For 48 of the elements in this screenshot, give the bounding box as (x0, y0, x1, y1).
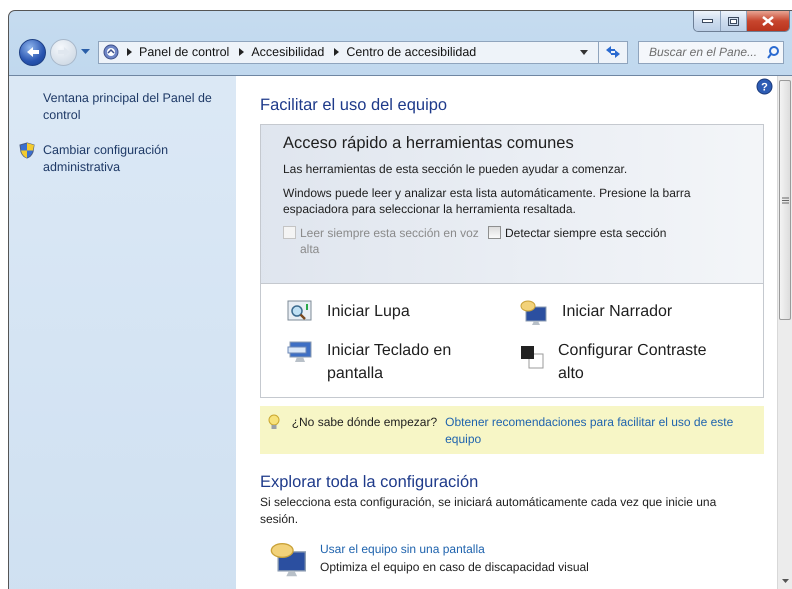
description: Las herramientas de esta sección le pueden ayudar a comenzar. (283, 161, 628, 177)
tip-question: ¿No sabe dónde empezar? (292, 414, 438, 431)
monitor-speech-icon (520, 300, 548, 326)
checkbox[interactable]: Detectar siempre esta sección (488, 225, 666, 257)
description: Windows puede leer y analizar esta lista automáticamente. Presione la barra espaciadora para seleccionar la herramienta resaltada. (283, 185, 692, 217)
monitor-keyboard-icon (287, 339, 313, 365)
minimize-button[interactable] (694, 11, 720, 31)
back-button[interactable] (19, 38, 46, 66)
sidebar-link[interactable]: Cambiar configuración administrativa (23, 142, 226, 176)
section-title: Explorar toda la configuración (260, 473, 480, 492)
search-field[interactable]: Buscar en el Pane... (647, 44, 767, 60)
chevron-icon[interactable] (127, 48, 133, 56)
refresh-icon[interactable] (605, 46, 621, 58)
close-icon (762, 16, 774, 26)
setting-link[interactable]: Usar el equipo sin una pantalla (320, 542, 589, 556)
description: Si selecciona esta configuración, se iniciará automáticamente cada vez que inicie una sesión. (260, 494, 718, 528)
setting-description: Optimiza el equipo en caso de discapacidad visual (320, 560, 589, 574)
page-title: Facilitar el uso del equipo (260, 96, 448, 115)
chevron-icon[interactable] (334, 48, 340, 56)
lightbulb-icon (268, 414, 280, 431)
monitor-speech-icon (270, 542, 308, 578)
section-title: Acceso rápido a herramientas comunes (283, 134, 575, 153)
chevron-icon[interactable] (239, 48, 246, 56)
help-icon[interactable]: ? (756, 78, 773, 95)
shield-icon (19, 142, 35, 159)
search-icon[interactable] (767, 46, 779, 58)
maximize-icon (728, 16, 739, 26)
left-arrow-icon (26, 46, 40, 58)
control-panel-icon (103, 44, 119, 60)
tool-link[interactable]: Iniciar Narrador (520, 300, 753, 333)
grip-icon (782, 196, 788, 204)
scroll-down-icon[interactable] (782, 579, 788, 583)
address-bar[interactable]: Panel de control Accesibilidad Centro de accesibilidad (98, 40, 628, 64)
scrollbar[interactable] (777, 76, 792, 589)
dropdown-icon[interactable] (580, 50, 588, 54)
minimize-icon (702, 18, 712, 24)
recommendations-link[interactable]: Obtener recomendaciones para facilitar el uso de este equipo (445, 414, 764, 448)
sidebar-link[interactable]: Ventana principal del Panel de control (23, 90, 226, 124)
tool-link[interactable]: Configurar Contraste alto (520, 339, 753, 385)
breadcrumb[interactable]: Centro de accesibilidad (340, 45, 482, 59)
tool-link[interactable]: Iniciar Lupa (287, 300, 520, 333)
tool-link[interactable]: Iniciar Teclado en pantalla (287, 339, 520, 385)
contrast-icon (520, 343, 544, 369)
breadcrumb[interactable]: Panel de control (133, 45, 236, 59)
breadcrumb[interactable]: Accesibilidad (245, 45, 330, 59)
maximize-button[interactable] (720, 11, 746, 31)
search-box[interactable]: Buscar en el Pane... (638, 40, 784, 64)
close-button[interactable] (746, 11, 789, 31)
